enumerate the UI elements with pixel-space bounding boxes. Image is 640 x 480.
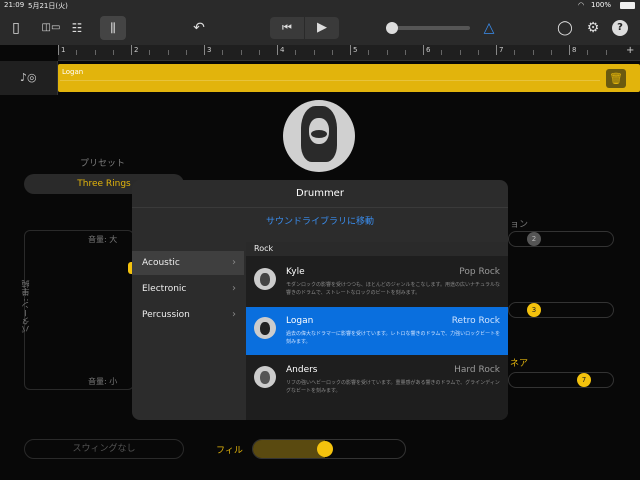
rewind-button[interactable]: ⏮ — [270, 17, 304, 39]
battery-icon — [620, 2, 635, 9]
preset-label: プリセット — [80, 159, 126, 169]
region-label: Logan — [62, 68, 84, 76]
drummer-style: Pop Rock — [459, 267, 500, 277]
hihat-slider[interactable]: 3 — [508, 302, 614, 318]
ruler-mark: 8 — [572, 46, 577, 54]
drummer-name: Kyle — [286, 267, 305, 277]
view-toggle-icon[interactable]: ◫▭ — [38, 20, 64, 36]
fill-slider-thumb[interactable] — [317, 441, 333, 457]
metronome-icon[interactable]: △ — [480, 20, 498, 36]
help-icon[interactable]: ? — [612, 20, 628, 36]
document-icon[interactable]: ▯ — [8, 20, 24, 36]
pattern-label: パターン: 単純 — [21, 280, 30, 334]
status-date: 5月21日(火) — [28, 2, 68, 10]
ruler-mark: 2 — [134, 46, 139, 54]
timeline-ruler[interactable]: 1 2 3 4 5 6 7 8 + — [58, 45, 640, 61]
popover-title: Drummer — [132, 180, 508, 208]
drummer-style: Retro Rock — [451, 316, 500, 326]
undo-icon[interactable]: ↶ — [190, 20, 208, 36]
trash-icon[interactable]: 🗑 — [606, 69, 626, 88]
snare-label: ネア — [510, 359, 529, 369]
snare-slider[interactable]: 7 — [508, 372, 614, 388]
fill-slider-track — [253, 440, 325, 458]
category-label: Percussion — [142, 310, 190, 320]
volume-high-label: 音量: 大 — [88, 235, 118, 244]
add-section-icon[interactable]: + — [626, 45, 634, 56]
status-time: 21:09 — [4, 1, 25, 9]
drummer-list: Rock Kyle Pop Rock モダンロックの影響を受けつつも、ほとんどの… — [246, 242, 508, 420]
swing-button[interactable]: スウィングなし — [24, 439, 184, 459]
ruler-mark: 4 — [280, 46, 285, 54]
drummer-avatar — [254, 317, 276, 339]
section-header: Rock — [246, 242, 508, 256]
right-section-label: ョン — [510, 220, 529, 230]
status-bar: 21:09 5月21日(火) ◠ 100% — [0, 0, 640, 12]
drummer-name: Anders — [286, 365, 318, 375]
volume-slider-thumb[interactable] — [386, 22, 398, 34]
drummer-name: Logan — [286, 316, 314, 326]
hihat-knob[interactable]: 3 — [527, 303, 541, 317]
drum-kit-icon: ♪◎ — [20, 71, 37, 84]
settings-gear-icon[interactable]: ⚙ — [584, 20, 602, 36]
drummer-avatar — [254, 366, 276, 388]
ruler-mark: 3 — [207, 46, 212, 54]
mixer-icon[interactable]: ⫼ — [100, 16, 126, 40]
drummer-row-kyle[interactable]: Kyle Pop Rock モダンロックの影響を受けつつも、ほとんどのジャンルを… — [246, 258, 508, 306]
drummer-avatar-large — [283, 100, 355, 172]
ruler-mark: 6 — [426, 46, 431, 54]
drummer-description: 過去の偉大なドラマーに影響を受けています。レトロな響きのドラムで、力強いロックビ… — [286, 331, 501, 345]
ruler-mark: 7 — [499, 46, 504, 54]
track-header[interactable]: ♪◎ — [0, 61, 58, 95]
chevron-right-icon: › — [232, 309, 236, 320]
fill-slider[interactable] — [252, 439, 406, 459]
wifi-icon: ◠ — [578, 1, 585, 9]
category-acoustic[interactable]: Acoustic › — [132, 251, 244, 275]
category-percussion[interactable]: Percussion › — [132, 303, 244, 327]
drummer-style: Hard Rock — [454, 365, 500, 375]
play-button[interactable]: ▶ — [305, 17, 339, 39]
xy-pad[interactable] — [24, 230, 134, 390]
drummer-row-anders[interactable]: Anders Hard Rock リフの強いヘビーロックの影響を受けています。重… — [246, 356, 508, 404]
category-label: Acoustic — [142, 258, 180, 268]
drummer-description: モダンロックの影響を受けつつも、ほとんどのジャンルをこなします。用途の広いナチュ… — [286, 282, 500, 296]
status-battery: 100% — [591, 1, 612, 9]
tracks-view-icon[interactable]: ☷ — [68, 20, 86, 36]
category-label: Electronic — [142, 284, 187, 294]
fill-label: フィル — [216, 446, 243, 456]
drummer-region[interactable]: Logan 🗑 — [58, 64, 640, 92]
complexity-slider[interactable]: 2 — [508, 231, 614, 247]
toolbar: ▯ ◫▭ ☷ ⫼ ↶ ⏮ ▶ △ ◯ ⚙ ? — [0, 12, 640, 45]
category-electronic[interactable]: Electronic › — [132, 277, 244, 301]
ruler-mark: 1 — [61, 46, 66, 54]
chevron-right-icon: › — [232, 283, 236, 294]
ruler-mark: 5 — [353, 46, 358, 54]
sound-library-link[interactable]: サウンドライブラリに移動 — [132, 214, 508, 227]
loop-browser-icon[interactable]: ◯ — [556, 20, 574, 36]
complexity-knob[interactable]: 2 — [527, 232, 541, 246]
drummer-avatar — [254, 268, 276, 290]
master-volume-slider[interactable] — [390, 26, 470, 30]
snare-knob[interactable]: 7 — [577, 373, 591, 387]
drummer-popover: Drummer サウンドライブラリに移動 Acoustic › Electron… — [132, 180, 508, 420]
drummer-description: リフの強いヘビーロックの影響を受けています。重量感がある響きのドラムで、グライン… — [286, 380, 500, 394]
volume-low-label: 音量: 小 — [88, 377, 118, 386]
chevron-right-icon: › — [232, 257, 236, 268]
drummer-row-logan[interactable]: Logan Retro Rock 過去の偉大なドラマーに影響を受けています。レト… — [246, 307, 508, 355]
